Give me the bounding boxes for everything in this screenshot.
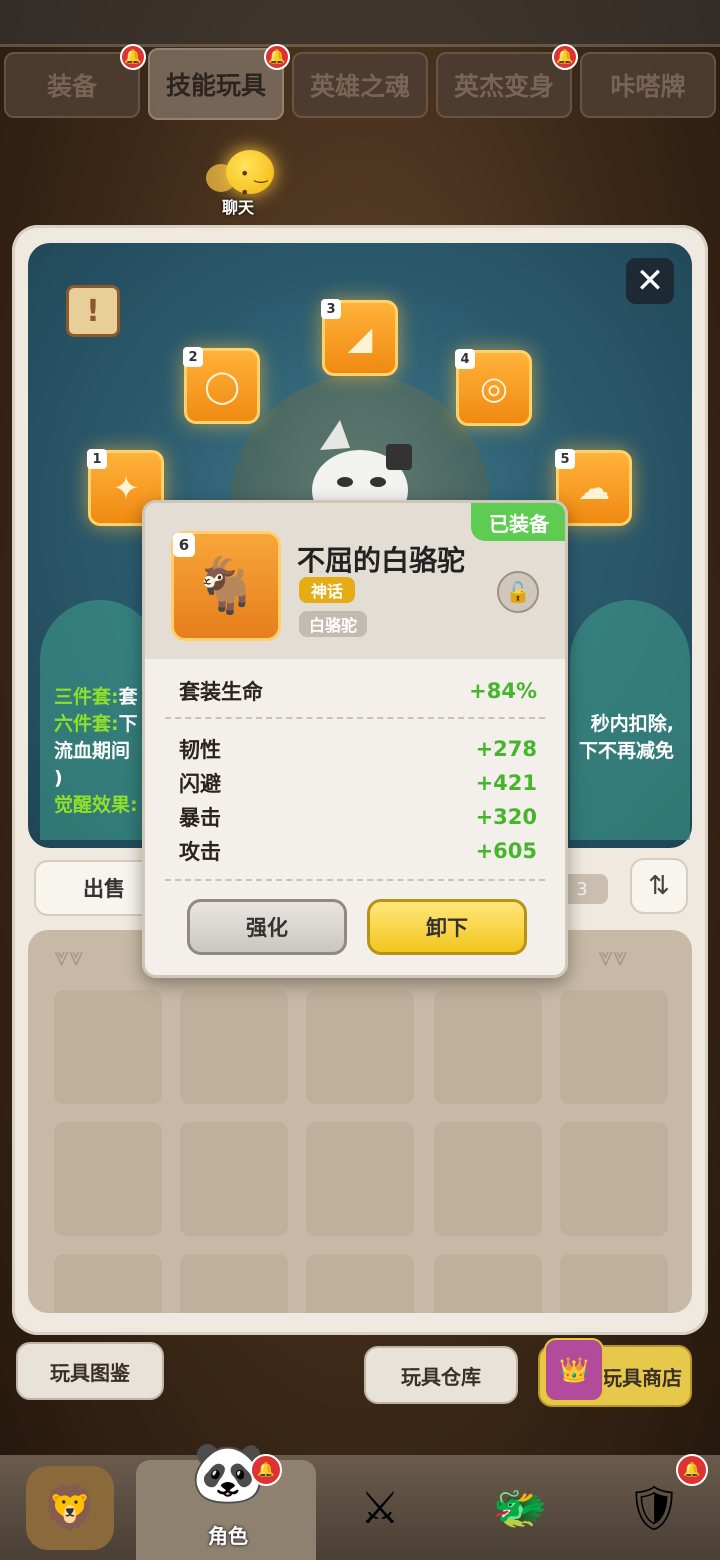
info-scroll-icon[interactable]: ! (66, 285, 120, 337)
set-stat-row: 套装生命 +84% (179, 679, 537, 704)
toy-slot-3[interactable]: 3 ◢ (321, 299, 398, 376)
equipped-badge: 已装备 (471, 503, 565, 541)
chat-button[interactable]: • ‿ • 聊天 (200, 150, 280, 220)
tab-bar: 装备 技能玩具 英雄之魂 英杰变身 咔嗒牌 🔔 🔔 🔔 (0, 44, 720, 120)
inventory-slot[interactable] (434, 1122, 542, 1236)
top-strip (0, 0, 720, 47)
tab-hero-transform[interactable]: 英杰变身 (436, 52, 572, 118)
tab-kada-cards[interactable]: 咔嗒牌 (580, 52, 716, 118)
stat-row: 闪避 +421 (179, 771, 537, 796)
cotton-icon: ☁ (578, 469, 610, 507)
sort-icon: ⇅ (648, 871, 670, 901)
chevron-down-icon: ⩔⩔ (54, 942, 84, 972)
inventory-slot[interactable] (54, 1122, 162, 1236)
tab-equipment[interactable]: 装备 (4, 52, 140, 118)
bell-icon: 🔔 (552, 44, 578, 70)
toy-inventory-grid: ⩔⩔ ⩔⩔ (28, 930, 692, 1313)
lock-icon[interactable]: 🔓 (497, 571, 539, 613)
nav-dragon-icon[interactable]: 🐲 (476, 1466, 564, 1550)
inventory-slot[interactable] (54, 1254, 162, 1313)
bell-icon: 🔔 (250, 1454, 282, 1486)
toy-detail-popup: 已装备 🐐 6 不屈的白骆驼 神话 白骆驼 🔓 套装生命 +84% 韧性 +27… (142, 500, 568, 978)
toy-slot-4[interactable]: 4 ◎ (455, 349, 532, 426)
divider (165, 879, 545, 881)
stat-row: 攻击 +605 (179, 839, 537, 864)
claw-icon: ✦ (112, 469, 140, 507)
shop-character-icon: 👑 (544, 1338, 604, 1402)
inventory-slot[interactable] (560, 1122, 668, 1236)
inventory-slot[interactable] (560, 1254, 668, 1313)
close-icon: ✕ (635, 261, 665, 301)
divider (165, 717, 545, 719)
enhance-button[interactable]: 强化 (187, 899, 347, 955)
item-name: 不屈的白骆驼 (297, 544, 466, 577)
rarity-badge: 神话 (299, 577, 355, 603)
nav-label-character: 角色 (208, 1524, 248, 1548)
bell-icon: 🔔 (676, 1454, 708, 1486)
inventory-slot[interactable] (180, 1122, 288, 1236)
stat-row: 韧性 +278 (179, 737, 537, 762)
inventory-slot[interactable] (306, 1122, 414, 1236)
inventory-slot[interactable] (54, 990, 162, 1104)
camel-figure-icon (312, 420, 412, 530)
bell-icon: 🔔 (264, 44, 290, 70)
sort-button[interactable]: ⇅ (630, 858, 688, 914)
tab-hero-soul[interactable]: 英雄之魂 (292, 52, 428, 118)
stat-row: 暴击 +320 (179, 805, 537, 830)
inventory-slot[interactable] (306, 990, 414, 1104)
hero-character (300, 420, 420, 530)
inventory-slot[interactable] (180, 1254, 288, 1313)
toy-codex-button[interactable]: 玩具图鉴 (16, 1342, 164, 1400)
bracelet-icon: ◎ (480, 369, 508, 407)
toy-slot-2[interactable]: 2 ◯ (183, 347, 260, 424)
chat-label: 聊天 (222, 198, 255, 217)
nav-weapon-icon[interactable]: ⚔ (336, 1466, 424, 1550)
nav-hero-lion-icon[interactable]: 🦁 (26, 1466, 114, 1550)
bell-icon: 🔔 (120, 44, 146, 70)
inventory-slot[interactable] (434, 1254, 542, 1313)
item-slot-number: 6 (173, 533, 195, 557)
inventory-slot[interactable] (306, 1254, 414, 1313)
inventory-slot[interactable] (560, 990, 668, 1104)
inventory-slot[interactable] (180, 990, 288, 1104)
toy-storage-button[interactable]: 玩具仓库 (364, 1346, 518, 1404)
ring-icon: ◯ (204, 367, 240, 405)
inventory-slot[interactable] (434, 990, 542, 1104)
unequip-button[interactable]: 卸下 (367, 899, 527, 955)
chevron-down-icon: ⩔⩔ (598, 942, 628, 972)
horn-icon: ◢ (347, 319, 373, 357)
close-button[interactable]: ✕ (626, 258, 674, 304)
type-badge: 白骆驼 (299, 611, 367, 637)
